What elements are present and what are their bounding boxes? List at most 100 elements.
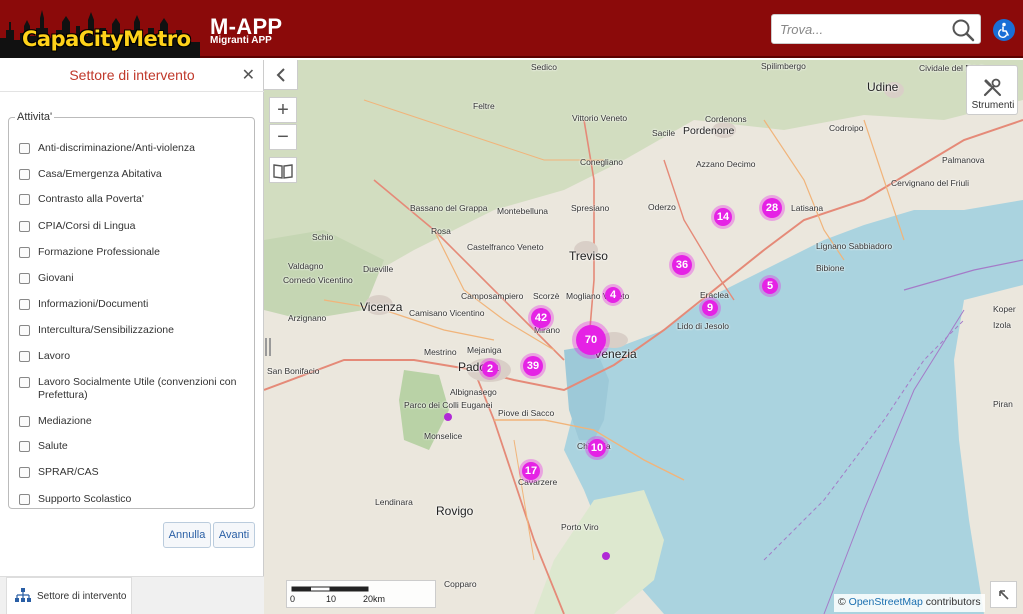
point-marker[interactable]	[602, 552, 610, 560]
activity-checkbox-item[interactable]: SPRAR/CAS	[19, 466, 247, 479]
checkbox[interactable]	[19, 467, 30, 478]
scale-label: 10	[326, 594, 337, 604]
place-label: Spresiano	[571, 203, 610, 213]
fullscreen-button[interactable]	[990, 581, 1017, 608]
checkbox[interactable]	[19, 143, 30, 154]
collapse-panel-button[interactable]	[264, 60, 298, 90]
checkbox[interactable]	[19, 416, 30, 427]
activity-checkbox-item[interactable]: Formazione Professionale	[19, 246, 247, 259]
activity-checkbox-item[interactable]: CPIA/Corsi di Lingua	[19, 220, 247, 233]
app-window: CapaCityMetro M-APP Migranti APP Settore…	[0, 0, 1023, 614]
drag-handle[interactable]	[265, 338, 271, 356]
activity-label: Intercultura/Sensibilizzazione	[38, 324, 174, 336]
cluster-count: 36	[672, 255, 692, 275]
checkbox[interactable]	[19, 273, 30, 284]
footer-tab-sector[interactable]: Settore di intervento	[6, 577, 132, 614]
cluster-marker[interactable]: 36	[669, 252, 695, 278]
place-label: Koper	[993, 304, 1016, 314]
place-label: Bibione	[816, 263, 845, 273]
map-base-layer	[264, 60, 1023, 614]
checkbox[interactable]	[19, 221, 30, 232]
activity-checkbox-item[interactable]: Informazioni/Documenti	[19, 298, 247, 311]
checkbox[interactable]	[19, 325, 30, 336]
activity-checkbox-item[interactable]: Contrasto alla Poverta'	[19, 193, 247, 206]
checkbox[interactable]	[19, 494, 30, 505]
activity-label: Lavoro Socialmente Utile (convenzioni co…	[38, 376, 237, 401]
search-box	[771, 14, 981, 44]
place-label: Feltre	[473, 101, 495, 111]
legend-book-button[interactable]	[269, 157, 297, 183]
checkbox[interactable]	[19, 441, 30, 452]
place-label: Bassano del Grappa	[410, 203, 488, 213]
cancel-button[interactable]: Annulla	[163, 522, 211, 548]
place-label: Montebelluna	[497, 206, 549, 216]
place-label: Schio	[312, 232, 334, 242]
activity-checkbox-item[interactable]: Anti-discriminazione/Anti-violenza	[19, 142, 247, 155]
checkbox[interactable]	[19, 377, 30, 388]
activity-checkbox-item[interactable]: Intercultura/Sensibilizzazione	[19, 324, 247, 337]
cluster-count: 39	[523, 356, 543, 376]
sitemap-icon	[15, 588, 31, 602]
place-label: Monselice	[424, 431, 463, 441]
activity-checkbox-item[interactable]: Lavoro	[19, 350, 247, 363]
checkbox[interactable]	[19, 351, 30, 362]
activity-checkbox-item[interactable]: Salute	[19, 440, 247, 453]
tools-icon	[983, 78, 1001, 97]
checkbox[interactable]	[19, 299, 30, 310]
zoom-in-button[interactable]: +	[269, 97, 297, 123]
checkbox[interactable]	[19, 194, 30, 205]
chevron-left-icon	[276, 68, 285, 82]
cluster-marker[interactable]: 42	[528, 305, 554, 331]
scale-label: 0	[290, 594, 296, 604]
activity-label: Salute	[38, 440, 68, 452]
accessibility-button[interactable]	[993, 19, 1015, 41]
app-header: CapaCityMetro M-APP Migranti APP	[0, 0, 1023, 58]
search-input[interactable]	[772, 15, 947, 43]
grip-icon	[265, 338, 271, 356]
place-label: Sedico	[531, 62, 557, 72]
place-label: Parco dei Colli Euganei	[404, 400, 493, 410]
search-icon	[952, 19, 975, 42]
next-button[interactable]: Avanti	[213, 522, 255, 548]
panel-title: Settore di intervento	[69, 67, 195, 83]
cluster-marker[interactable]: 4	[602, 284, 624, 306]
cluster-count: 5	[762, 278, 778, 294]
checkbox[interactable]	[19, 247, 30, 258]
capacitymetro-logo[interactable]: CapaCityMetro	[0, 0, 200, 58]
cluster-marker[interactable]: 10	[585, 436, 609, 460]
book-icon	[273, 164, 293, 179]
cluster-marker[interactable]: 9	[699, 297, 721, 319]
activity-checkbox-item[interactable]: Giovani	[19, 272, 247, 285]
place-label: Copparo	[444, 579, 477, 589]
place-label: Sacile	[652, 128, 676, 138]
point-marker[interactable]	[444, 413, 452, 421]
cluster-marker[interactable]: 17	[519, 459, 543, 483]
cluster-count: 9	[702, 300, 718, 316]
activity-checkbox-item[interactable]: Lavoro Socialmente Utile (convenzioni co…	[19, 376, 247, 402]
cluster-marker[interactable]: 28	[759, 195, 785, 221]
map-canvas[interactable]: Sedico Feltre Vittorio Veneto Spilimberg…	[264, 60, 1023, 614]
activities-legend: Attivita'	[17, 111, 53, 123]
tools-button[interactable]: Strumenti	[966, 65, 1018, 115]
zoom-out-button[interactable]: −	[269, 124, 297, 150]
checkbox[interactable]	[19, 169, 30, 180]
scale-label: 20km	[363, 594, 386, 604]
close-icon[interactable]: ✕	[242, 65, 255, 85]
cluster-marker[interactable]: 14	[711, 205, 735, 229]
cluster-marker[interactable]: 2	[479, 358, 501, 380]
place-label: Cordenons	[705, 114, 747, 124]
openstreetmap-link[interactable]: OpenStreetMap	[849, 596, 923, 608]
activity-label: Mediazione	[38, 415, 92, 427]
cluster-marker[interactable]: 70	[572, 321, 610, 359]
accessibility-icon	[998, 22, 1009, 38]
cluster-count: 14	[714, 208, 732, 226]
place-label: Cornedo Vicentino	[283, 275, 353, 285]
cluster-marker[interactable]: 39	[520, 353, 546, 379]
activity-checkbox-item[interactable]: Mediazione	[19, 415, 247, 428]
place-label: Porto Viro	[561, 522, 599, 532]
cluster-marker[interactable]: 5	[759, 275, 781, 297]
search-button[interactable]	[950, 17, 976, 43]
activity-checkbox-item[interactable]: Casa/Emergenza Abitativa	[19, 168, 247, 181]
activity-checkbox-item[interactable]: Supporto Scolastico	[19, 493, 247, 506]
place-label: Udine	[867, 80, 899, 94]
